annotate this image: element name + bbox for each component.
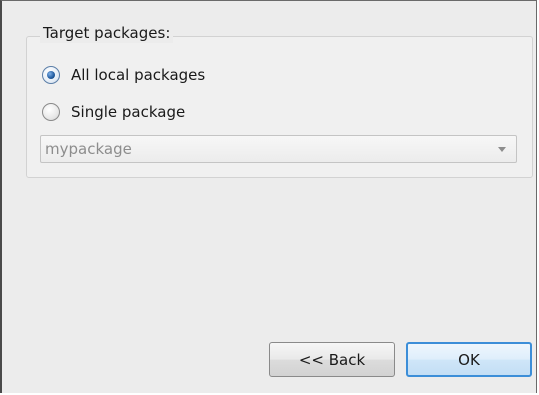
radio-label-all-local: All local packages [71,66,206,84]
back-button[interactable]: << Back [269,342,395,377]
ok-button[interactable]: OK [406,342,532,377]
package-select-value: mypackage [45,140,132,158]
group-title: Target packages: [40,23,174,43]
dialog-window: Target packages: All local packages Sing… [0,0,537,393]
radio-single-package[interactable]: Single package [42,101,185,123]
chevron-down-icon [498,146,506,152]
radio-all-local-packages[interactable]: All local packages [42,64,205,86]
package-select[interactable]: mypackage [40,135,517,163]
radio-label-single: Single package [71,103,186,121]
radio-button-checked-icon[interactable] [42,66,60,84]
radio-button-unchecked-icon[interactable] [42,103,60,121]
